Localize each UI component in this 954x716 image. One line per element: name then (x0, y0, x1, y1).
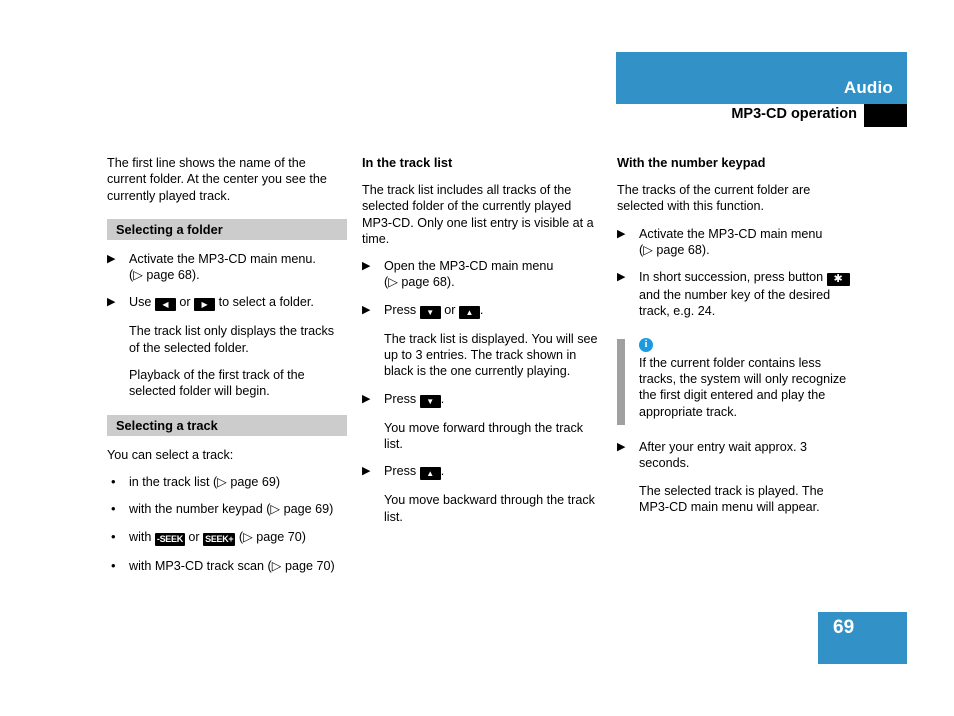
list-item-label: with MP3-CD track scan (▷ page 70) (129, 558, 335, 573)
right-intro-paragraph: The tracks of the current folder are sel… (617, 183, 811, 214)
step-press-down: ▶ Press ▼. (362, 391, 602, 409)
step-marker-icon: ▶ (362, 465, 371, 478)
left-intro-paragraph: The first line shows the name of the cur… (107, 156, 327, 203)
seek-back-key-icon: -SEEK (154, 532, 185, 546)
left-arrow-key-icon: ◀ (154, 298, 176, 312)
column-middle: In the track list The track list include… (362, 155, 602, 525)
list-item: • with the number keypad (▷ page 69) (107, 501, 347, 517)
step-text: Open the MP3-CD main menu (384, 259, 554, 274)
step-text-suffix: and the number key of the desired track,… (639, 288, 831, 319)
step-page-reference: (▷ page 68). (384, 275, 455, 290)
section-title: Audio (843, 78, 893, 97)
down-arrow-key-icon: ▼ (419, 305, 441, 319)
page-number: 69 (833, 617, 855, 638)
step-text-suffix: . (440, 464, 445, 479)
list-item: • in the track list (▷ page 69) (107, 474, 347, 490)
step-open-main-menu: ▶ Open the MP3-CD main menu (▷ page 68). (362, 258, 602, 291)
page-number-box: 69 (818, 612, 907, 664)
column-left: The first line shows the name of the cur… (107, 155, 347, 574)
list-item-label: with the number keypad (▷ page 69) (129, 502, 334, 517)
result-move-forward: You move forward through the track list. (384, 420, 584, 451)
heading-selecting-a-folder: Selecting a folder (107, 218, 347, 240)
step-text: Activate the MP3-CD main menu. (129, 251, 316, 266)
step-marker-icon: ▶ (617, 440, 626, 453)
bullet-icon: • (111, 557, 116, 573)
heading-with-the-number-keypad: With the number keypad (617, 155, 766, 170)
step-wait-three-seconds: ▶ After your entry wait approx. 3 second… (617, 439, 857, 472)
bullet-icon: • (111, 473, 116, 489)
step-marker-icon: ▶ (617, 271, 626, 284)
info-note: i If the current folder contains less tr… (617, 335, 857, 425)
info-icon: i (639, 337, 653, 352)
list-item-page-reference: (▷ page 70) (238, 529, 306, 544)
page-edge-marker (864, 104, 907, 127)
step-activate-main-menu: ▶ Activate the MP3-CD main menu (▷ page … (617, 226, 857, 259)
list-item: • with MP3-CD track scan (▷ page 70) (107, 558, 347, 574)
step-text: Activate the MP3-CD main menu (639, 226, 823, 241)
heading-in-the-track-list: In the track list (362, 155, 453, 170)
up-arrow-key-icon: ▲ (458, 305, 480, 319)
track-selection-lead: You can select a track: (107, 447, 234, 462)
header-accent-block: Audio (616, 52, 907, 104)
step-text-suffix: . (440, 391, 445, 406)
step-marker-icon: ▶ (107, 252, 116, 265)
step-activate-main-menu: ▶ Activate the MP3-CD main menu. (▷ page… (107, 251, 347, 284)
step-marker-icon: ▶ (362, 303, 371, 316)
step-marker-icon: ▶ (362, 260, 371, 273)
step-marker-icon: ▶ (617, 227, 626, 240)
step-press-up-or-down: ▶ Press ▼ or ▲. (362, 302, 602, 320)
column-right: With the number keypad The tracks of the… (617, 155, 857, 515)
step-text: After your entry wait approx. 3 seconds. (639, 439, 807, 471)
bullet-icon: • (111, 501, 116, 517)
list-item-prefix: with (129, 529, 152, 544)
step-use-arrow-keys: ▶ Use ◀ or ▶ to select a folder. (107, 294, 347, 312)
step-text-prefix: Press (384, 464, 417, 479)
step-press-star-and-number: ▶ In short succession, press button ✱ an… (617, 269, 857, 320)
list-item-seek: • with -SEEK or SEEK+ (▷ page 70) (107, 529, 347, 547)
result-playback-begins: Playback of the first track of the selec… (129, 368, 305, 399)
list-item-label: in the track list (▷ page 69) (129, 474, 281, 489)
step-text-suffix: to select a folder. (218, 295, 314, 310)
note-side-bar (617, 338, 625, 425)
seek-forward-key-icon: SEEK+ (203, 532, 236, 546)
page-subtitle: MP3-CD operation (731, 106, 857, 122)
step-text-prefix: Press (384, 391, 417, 406)
step-press-up: ▶ Press ▲. (362, 463, 602, 481)
step-text-middle: or (179, 295, 191, 310)
middle-intro-paragraph: The track list includes all tracks of th… (362, 183, 594, 246)
step-marker-icon: ▶ (107, 296, 116, 309)
step-text-prefix: In short succession, press button (639, 270, 824, 285)
result-track-list-folder: The track list only displays the tracks … (129, 324, 335, 355)
step-marker-icon: ▶ (362, 392, 371, 405)
list-item-middle: or (188, 529, 200, 544)
up-arrow-key-icon: ▲ (419, 467, 441, 481)
result-move-backward: You move backward through the track list… (384, 493, 595, 524)
step-page-reference: (▷ page 68). (129, 268, 200, 283)
bullet-icon: • (111, 528, 116, 544)
result-track-list-displayed: The track list is displayed. You will se… (384, 331, 598, 379)
down-arrow-key-icon: ▼ (419, 394, 441, 408)
result-track-played: The selected track is played. The MP3-CD… (639, 483, 824, 514)
step-text-prefix: Use (129, 295, 152, 310)
step-text-middle: or (444, 302, 456, 317)
star-key-icon: ✱ (826, 273, 850, 287)
note-text: If the current folder contains less trac… (639, 355, 847, 419)
step-text-suffix: . (479, 302, 484, 317)
step-page-reference: (▷ page 68). (639, 242, 710, 257)
header-subtitle-row: MP3-CD operation (616, 104, 907, 127)
heading-selecting-a-track: Selecting a track (107, 414, 347, 436)
step-text-prefix: Press (384, 302, 417, 317)
right-arrow-key-icon: ▶ (194, 298, 216, 312)
